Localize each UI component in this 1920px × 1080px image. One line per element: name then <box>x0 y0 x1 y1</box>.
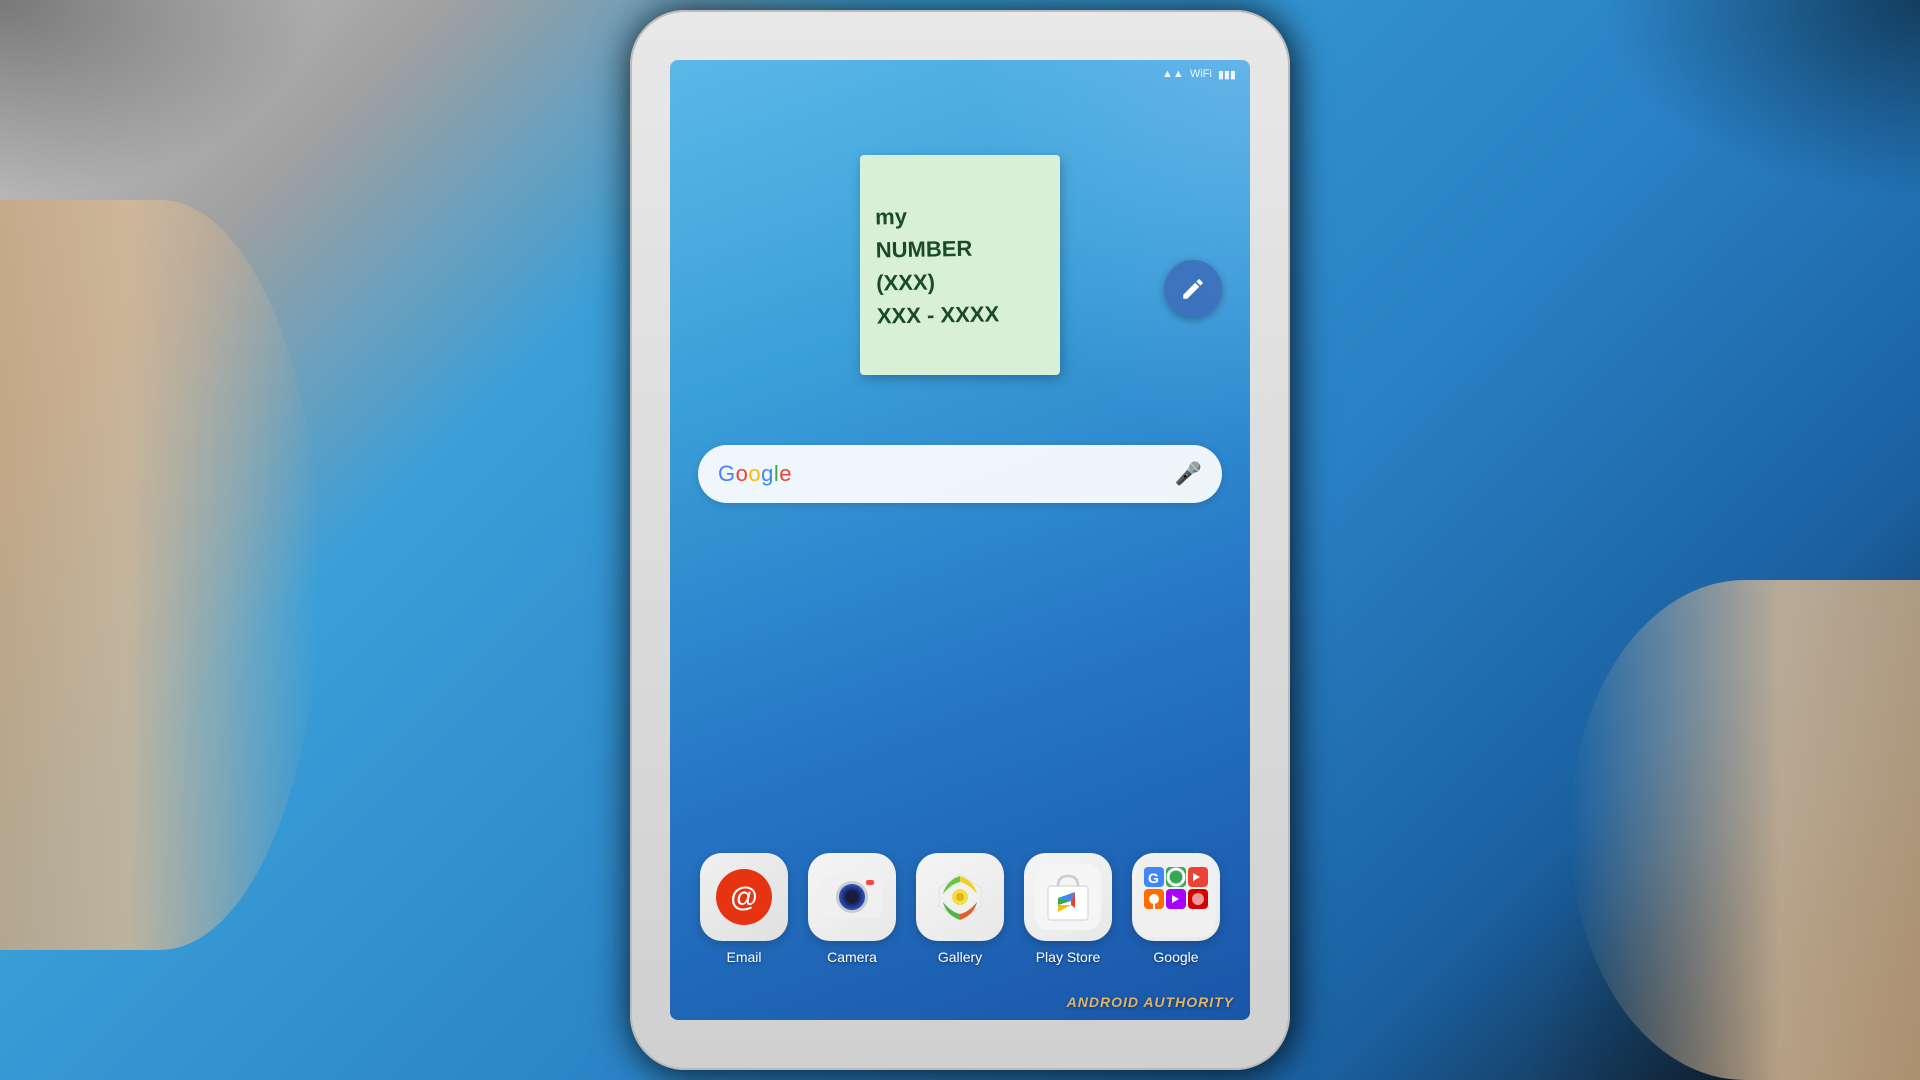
app-dock: @ Email Camera <box>670 853 1250 965</box>
email-app[interactable]: @ Email <box>700 853 788 965</box>
camera-app[interactable]: Camera <box>808 853 896 965</box>
right-hand <box>1570 580 1920 1080</box>
google-folder-app[interactable]: G <box>1132 853 1220 965</box>
camera-lens <box>836 881 868 913</box>
signal-icon: ▲▲ <box>1162 68 1184 80</box>
play-store-app[interactable]: Play Store <box>1024 853 1112 965</box>
gallery-icon <box>916 853 1004 941</box>
pencil-icon <box>1180 276 1206 302</box>
phone-container: ▲▲ WiFi ▮▮▮ my NUMBER (XXX) XXX - XXXX <box>570 10 1350 1070</box>
left-hand <box>0 200 320 950</box>
google-label: Google <box>1153 949 1198 965</box>
google-logo: Google <box>718 461 792 487</box>
vignette-tr <box>1600 0 1920 200</box>
email-label: Email <box>726 949 761 965</box>
camera-icon <box>808 853 896 941</box>
play-store-label: Play Store <box>1036 949 1101 965</box>
email-icon: @ <box>700 853 788 941</box>
google-search-bar[interactable]: Google 🎤 <box>698 445 1222 503</box>
gallery-leaf-svg <box>929 866 991 928</box>
edit-fab-button[interactable] <box>1164 260 1222 318</box>
camera-label: Camera <box>827 949 877 965</box>
sticky-note-text: my NUMBER (XXX) XXX - XXXX <box>875 198 1045 333</box>
microphone-icon[interactable]: 🎤 <box>1175 461 1202 487</box>
phone-body: ▲▲ WiFi ▮▮▮ my NUMBER (XXX) XXX - XXXX <box>630 10 1290 1070</box>
camera-flash <box>866 880 874 885</box>
play-store-icon <box>1024 853 1112 941</box>
gallery-app[interactable]: Gallery <box>916 853 1004 965</box>
gallery-label: Gallery <box>938 949 982 965</box>
google-folder-svg: G <box>1136 857 1216 937</box>
wifi-icon: WiFi <box>1190 68 1212 80</box>
google-folder-icon: G <box>1132 853 1220 941</box>
phone-screen: ▲▲ WiFi ▮▮▮ my NUMBER (XXX) XXX - XXXX <box>670 60 1250 1020</box>
svg-text:G: G <box>1148 870 1159 886</box>
battery-icon: ▮▮▮ <box>1218 68 1236 81</box>
play-store-svg <box>1035 864 1101 930</box>
watermark: ANDROID AUTHORITY <box>1067 994 1234 1010</box>
status-bar: ▲▲ WiFi ▮▮▮ <box>670 60 1250 88</box>
vignette-tl <box>0 0 320 200</box>
sticky-note-widget[interactable]: my NUMBER (XXX) XXX - XXXX <box>860 155 1060 375</box>
